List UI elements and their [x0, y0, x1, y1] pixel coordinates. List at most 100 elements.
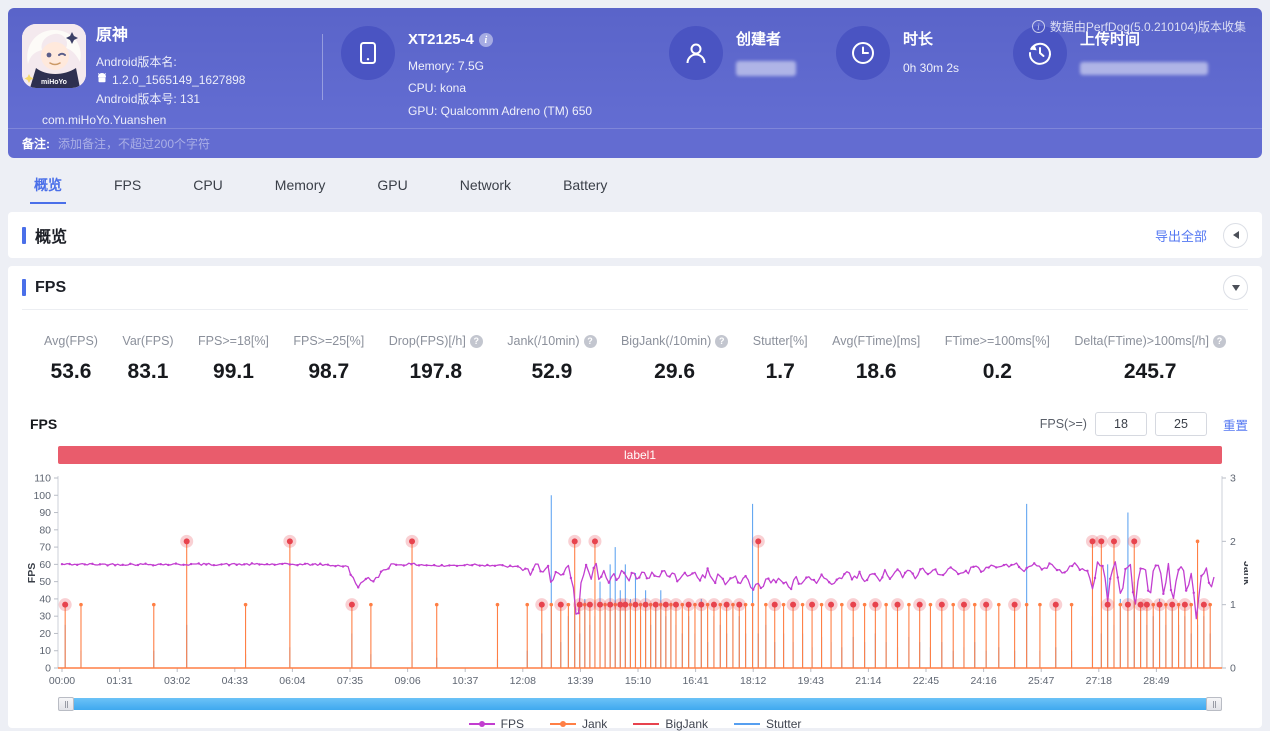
- android-build: Android版本号: 131: [96, 90, 245, 109]
- svg-text:16:41: 16:41: [682, 675, 708, 687]
- svg-text:0: 0: [45, 663, 51, 675]
- svg-text:40: 40: [39, 593, 51, 605]
- duration-value: 0h 30m 2s: [903, 57, 959, 80]
- stat-fps-ge-25: FPS>=25[%]98.7: [293, 334, 364, 384]
- svg-text:19:43: 19:43: [798, 675, 824, 687]
- phone-icon: [341, 26, 395, 80]
- svg-text:12:08: 12:08: [510, 675, 536, 687]
- package-name: com.miHoYo.Yuanshen: [42, 111, 245, 130]
- reset-link[interactable]: 重置: [1223, 415, 1248, 434]
- svg-text:30: 30: [39, 611, 51, 623]
- svg-text:80: 80: [39, 524, 51, 536]
- stat-fps-ge-18: FPS>=18[%]99.1: [198, 334, 269, 384]
- device-info: XT2125-4 i Memory: 7.5G CPU: kona GPU: Q…: [341, 8, 641, 123]
- stat-avg-fps: Avg(FPS)53.6: [44, 334, 98, 384]
- svg-text:00:00: 00:00: [49, 675, 75, 687]
- creator-value-redacted: [736, 61, 796, 76]
- svg-text:90: 90: [39, 507, 51, 519]
- stat-ftime-ge-100: FTime>=100ms[%]0.2: [945, 334, 1050, 384]
- device-memory: Memory: 7.5G: [408, 55, 592, 78]
- svg-text:01:31: 01:31: [106, 675, 132, 687]
- zoom-track[interactable]: [74, 698, 1206, 710]
- device-model: XT2125-4: [408, 26, 474, 55]
- info-icon: i: [1032, 20, 1045, 33]
- android-version-value: 1.2.0_1565149_1627898: [112, 71, 245, 90]
- svg-text:3: 3: [1230, 473, 1236, 485]
- svg-text:28:49: 28:49: [1143, 675, 1169, 687]
- user-icon: [669, 26, 723, 80]
- svg-text:60: 60: [39, 559, 51, 571]
- note-bar[interactable]: 备注: 添加备注，不超过200个字符: [8, 128, 1262, 158]
- triangle-left-icon: [1233, 231, 1239, 239]
- stat-bigjank: BigJank(/10min)?29.6: [621, 334, 728, 384]
- tab-battery[interactable]: Battery: [537, 162, 633, 208]
- svg-text:18:12: 18:12: [740, 675, 766, 687]
- device-cpu: CPU: kona: [408, 77, 592, 100]
- app-info: miHoYo 原神 Android版本名: 1.2.0_1565149_1627…: [8, 8, 308, 129]
- svg-text:21:14: 21:14: [855, 675, 881, 687]
- stat-drop-fps: Drop(FPS)[/h]?197.8: [389, 334, 483, 384]
- svg-text:0: 0: [1230, 663, 1236, 675]
- fps-threshold-low-input[interactable]: [1095, 412, 1147, 436]
- help-icon[interactable]: ?: [584, 335, 597, 348]
- svg-text:10: 10: [39, 645, 51, 657]
- tab-gpu[interactable]: GPU: [351, 162, 433, 208]
- svg-text:20: 20: [39, 628, 51, 640]
- help-icon[interactable]: ?: [715, 335, 728, 348]
- stat-var-fps: Var(FPS)83.1: [122, 334, 173, 384]
- tab-memory[interactable]: Memory: [249, 162, 352, 208]
- app-icon: miHoYo: [22, 24, 86, 88]
- legend-item-fps[interactable]: FPS: [469, 717, 524, 731]
- chart-legend: FPS Jank BigJank Stutter: [22, 717, 1248, 731]
- note-label: 备注:: [22, 135, 50, 152]
- svg-text:25:47: 25:47: [1028, 675, 1054, 687]
- svg-text:2: 2: [1230, 536, 1236, 548]
- svg-text:1: 1: [1230, 599, 1236, 611]
- overview-card: 概览 导出全部: [8, 212, 1262, 258]
- help-icon[interactable]: ?: [1213, 335, 1226, 348]
- export-all-link[interactable]: 导出全部: [1155, 226, 1207, 245]
- device-info-icon[interactable]: i: [479, 33, 493, 47]
- fps-stats-row: Avg(FPS)53.6 Var(FPS)83.1 FPS>=18[%]99.1…: [22, 310, 1248, 384]
- svg-text:Jank: Jank: [1241, 561, 1248, 585]
- tab-overview[interactable]: 概览: [8, 162, 88, 208]
- svg-text:50: 50: [39, 576, 51, 588]
- chart-label-banner: label1: [58, 446, 1222, 464]
- upload-value-redacted: [1080, 62, 1208, 75]
- chart-title: FPS: [30, 416, 57, 432]
- svg-text:06:04: 06:04: [279, 675, 305, 687]
- collapse-down-button[interactable]: [1223, 275, 1248, 300]
- help-icon[interactable]: ?: [470, 335, 483, 348]
- svg-text:100: 100: [33, 490, 51, 502]
- section-accent-bar: [22, 227, 26, 244]
- tab-cpu[interactable]: CPU: [167, 162, 249, 208]
- collapse-left-button[interactable]: [1223, 223, 1248, 248]
- zoom-handle-right[interactable]: [1206, 697, 1222, 711]
- tab-fps[interactable]: FPS: [88, 162, 167, 208]
- duration-info: 时长 0h 30m 2s: [836, 8, 1011, 80]
- tab-network[interactable]: Network: [434, 162, 537, 208]
- stat-delta-ftime: Delta(FTime)>100ms[/h]?245.7: [1074, 334, 1226, 384]
- legend-item-jank[interactable]: Jank: [550, 717, 607, 731]
- chart-zoom-scrollbar[interactable]: [58, 697, 1222, 711]
- svg-text:09:06: 09:06: [394, 675, 420, 687]
- section-tabbar: 概览 FPS CPU Memory GPU Network Battery: [8, 162, 633, 208]
- stat-stutter: Stutter[%]1.7: [753, 334, 808, 384]
- svg-text:10:37: 10:37: [452, 675, 478, 687]
- legend-item-stutter[interactable]: Stutter: [734, 717, 801, 731]
- creator-label: 创建者: [736, 26, 796, 55]
- overview-title: 概览: [35, 223, 67, 247]
- section-accent-bar: [22, 279, 26, 296]
- note-input-placeholder[interactable]: 添加备注，不超过200个字符: [58, 135, 210, 152]
- stat-jank: Jank(/10min)?52.9: [507, 334, 596, 384]
- fps-threshold-high-input[interactable]: [1155, 412, 1207, 436]
- device-gpu: GPU: Qualcomm Adreno (TM) 650: [408, 100, 592, 123]
- zoom-handle-left[interactable]: [58, 697, 74, 711]
- report-header: miHoYo 原神 Android版本名: 1.2.0_1565149_1627…: [8, 8, 1262, 158]
- svg-text:miHoYo: miHoYo: [41, 79, 67, 86]
- svg-text:70: 70: [39, 542, 51, 554]
- svg-text:FPS: FPS: [26, 563, 38, 583]
- legend-item-bigjank[interactable]: BigJank: [633, 717, 708, 731]
- fps-chart[interactable]: 0102030405060708090100110012300:0001:310…: [22, 468, 1248, 690]
- svg-text:27:18: 27:18: [1086, 675, 1112, 687]
